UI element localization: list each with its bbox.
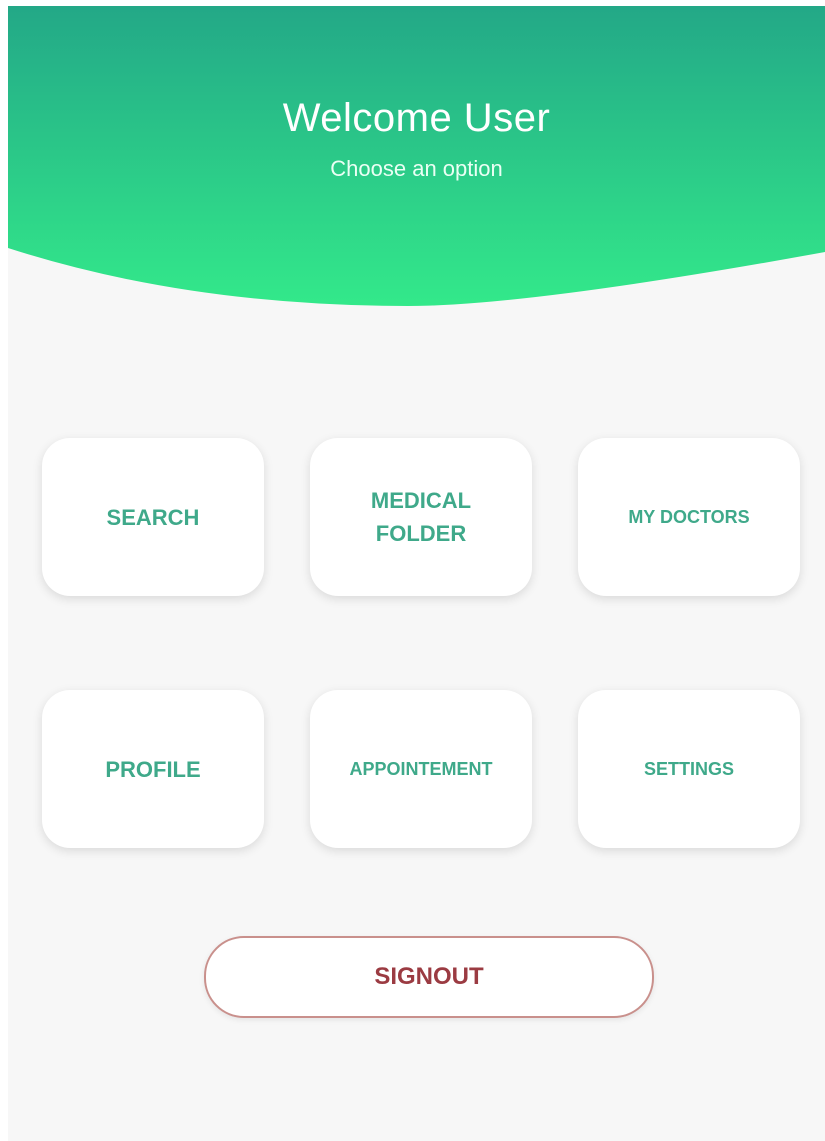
profile-label: PROFILE — [105, 756, 201, 782]
profile-button[interactable]: PROFILE — [42, 690, 264, 848]
header-banner: Welcome User Choose an option — [8, 6, 825, 306]
settings-button[interactable]: SETTINGS — [578, 690, 800, 848]
medical-folder-label: MEDICAL FOLDER — [363, 484, 479, 550]
my-doctors-label: MY DOCTORS — [628, 506, 750, 527]
appointment-label: APPOINTEMENT — [349, 758, 493, 779]
search-button[interactable]: SEARCH — [42, 438, 264, 596]
medical-folder-button[interactable]: MEDICAL FOLDER — [310, 438, 532, 596]
welcome-subtitle: Choose an option — [330, 156, 503, 181]
medical-folder-label-line1: MEDICAL — [370, 488, 472, 513]
home-screen: Welcome User Choose an option SEARCH MED… — [8, 6, 825, 1141]
signout-label: SIGNOUT — [374, 963, 484, 990]
signout-button[interactable]: SIGNOUT — [204, 936, 654, 1018]
welcome-title: Welcome User — [282, 96, 551, 140]
my-doctors-button[interactable]: MY DOCTORS — [578, 438, 800, 596]
appointment-button[interactable]: APPOINTEMENT — [310, 690, 532, 848]
search-label: SEARCH — [106, 504, 200, 530]
medical-folder-label-line2: FOLDER — [375, 521, 467, 546]
settings-label: SETTINGS — [643, 758, 734, 779]
